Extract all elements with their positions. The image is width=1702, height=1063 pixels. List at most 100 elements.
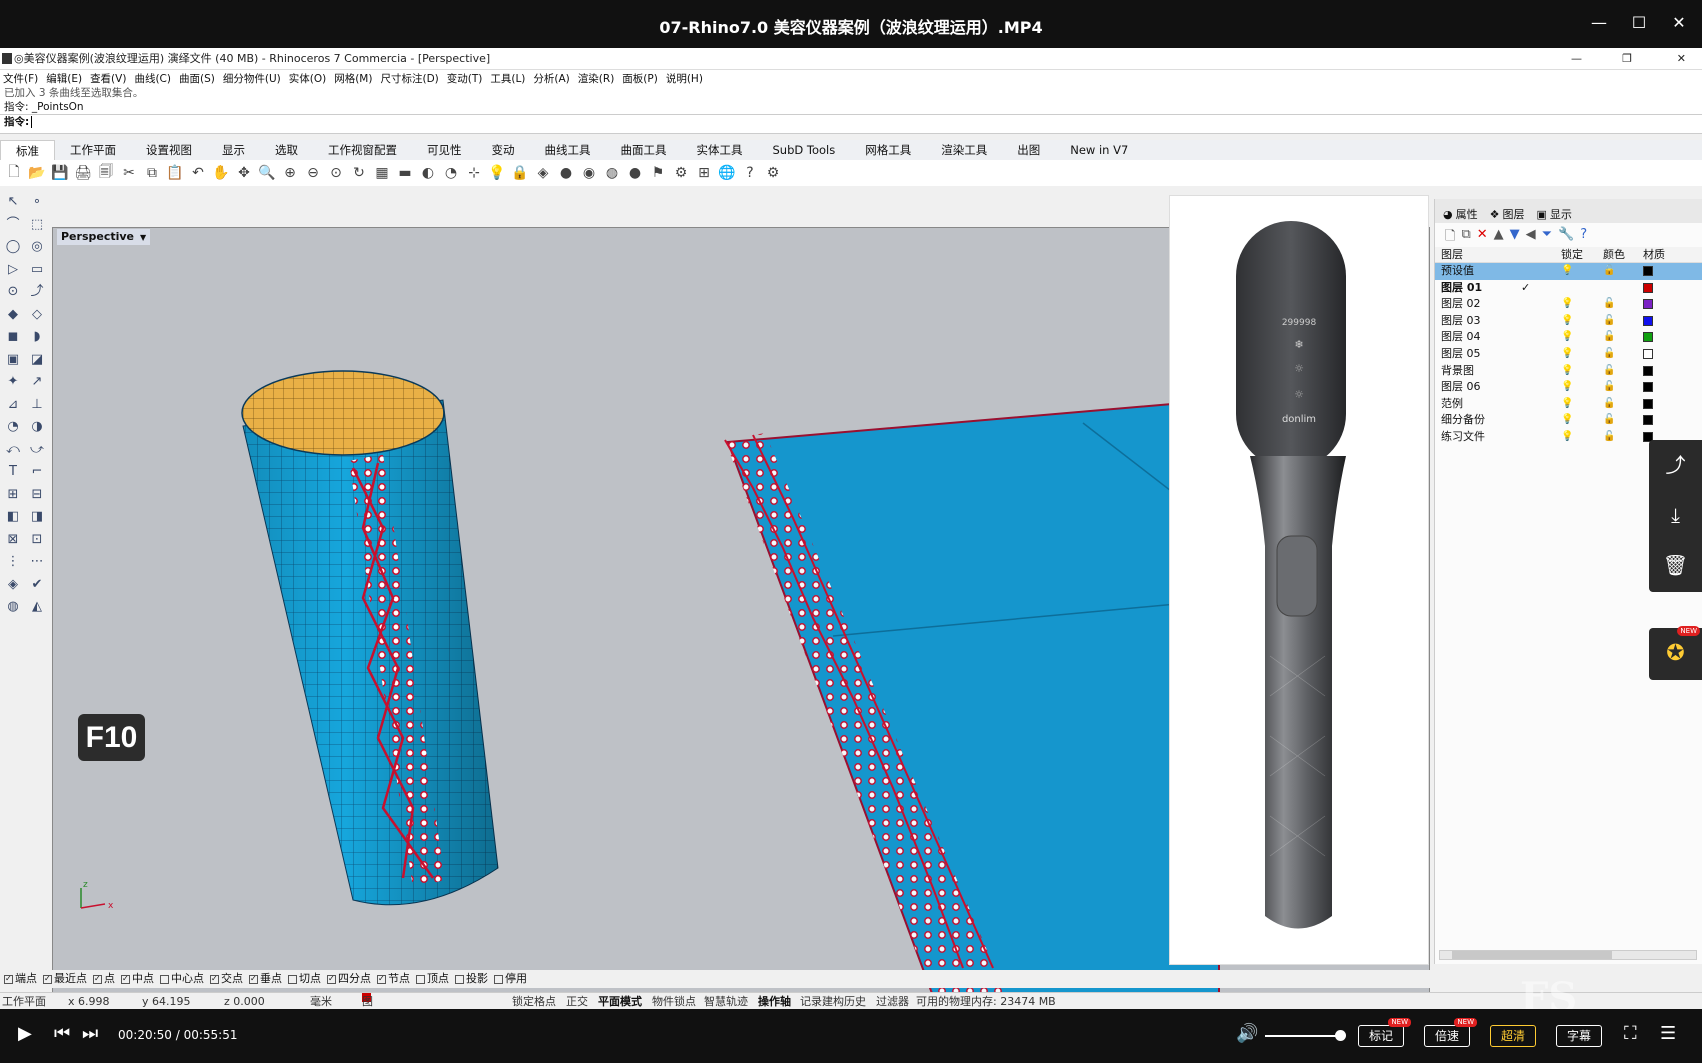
osnap-checkbox[interactable]: [160, 974, 169, 984]
toolbar-icon[interactable]: ⊹: [464, 163, 484, 183]
lightbulb-icon[interactable]: 💡: [1561, 396, 1603, 413]
status-grid-snap[interactable]: 锁定格点: [512, 993, 556, 1010]
panel-tab-2[interactable]: ▣ 显示: [1536, 205, 1571, 223]
app-close-button[interactable]: ✕: [1677, 48, 1686, 70]
lightbulb-icon[interactable]: 💡: [1561, 363, 1603, 380]
tool-icon[interactable]: ∘: [25, 191, 49, 214]
tool-icon[interactable]: ⬚: [25, 214, 49, 237]
volume-icon[interactable]: 🔊: [1236, 1023, 1258, 1044]
lightbulb-icon[interactable]: 💡: [1561, 429, 1603, 446]
toolbar-icon[interactable]: 🗋: [4, 163, 24, 183]
mark-button[interactable]: 标记 NEW: [1358, 1018, 1411, 1047]
layer-color-swatch[interactable]: [1643, 329, 1683, 346]
toolbar-tab[interactable]: 变动: [477, 140, 530, 160]
toolbar-icon[interactable]: ⊕: [280, 163, 300, 183]
layer-row[interactable]: 图层 03 💡 🔓: [1435, 313, 1702, 330]
toolbar-icon[interactable]: ⊙: [326, 163, 346, 183]
lightbulb-icon[interactable]: 💡: [1561, 412, 1603, 429]
toolbar-icon[interactable]: 🌐: [717, 163, 737, 183]
toolbar-tab[interactable]: 曲面工具: [606, 140, 682, 160]
lightbulb-icon[interactable]: 💡: [1561, 329, 1603, 346]
layer-color-swatch[interactable]: [1643, 396, 1683, 413]
tool-icon[interactable]: ◎: [25, 236, 49, 259]
tool-icon[interactable]: ◨: [25, 506, 49, 529]
menu-item[interactable]: 编辑(E): [46, 70, 82, 88]
osnap-checkbox[interactable]: ✓: [210, 974, 219, 984]
toolbar-icon[interactable]: ⧉: [142, 163, 162, 183]
tool-icon[interactable]: ↖: [1, 191, 25, 214]
toolbar-icon[interactable]: ▬: [395, 163, 415, 183]
toolbar-icon[interactable]: ◍: [602, 163, 622, 183]
osnap-checkbox[interactable]: ✓: [43, 974, 52, 984]
quality-button[interactable]: 超清: [1490, 1025, 1536, 1047]
lightbulb-icon[interactable]: 💡: [1561, 313, 1603, 330]
lock-icon[interactable]: 🔓: [1603, 363, 1643, 380]
tool-icon[interactable]: ◭: [25, 596, 49, 619]
osnap-3[interactable]: ✓ 中点: [121, 970, 154, 988]
toolbar-tab[interactable]: 显示: [207, 140, 260, 160]
toolbar-tab[interactable]: 工作视窗配置: [313, 140, 412, 160]
lock-icon[interactable]: 🔓: [1603, 379, 1643, 396]
menu-item[interactable]: 曲线(C): [134, 70, 171, 88]
toolbar-icon[interactable]: 📂: [27, 163, 47, 183]
status-gumball[interactable]: 操作轴: [758, 993, 791, 1010]
subtitle-button[interactable]: 字幕: [1556, 1025, 1602, 1047]
toolbar-icon[interactable]: ●: [625, 163, 645, 183]
tool-icon[interactable]: ⊠: [1, 529, 25, 552]
osnap-checkbox[interactable]: ✓: [121, 974, 130, 984]
osnap-checkbox[interactable]: ✓: [4, 974, 13, 984]
lightbulb-icon[interactable]: 💡: [1561, 263, 1603, 280]
volume-knob[interactable]: [1335, 1030, 1346, 1041]
lock-icon[interactable]: 🔓: [1603, 346, 1643, 363]
layer-row[interactable]: 图层 05 💡 🔓: [1435, 346, 1702, 363]
app-minimize-button[interactable]: —: [1571, 48, 1582, 70]
osnap-4[interactable]: 中心点: [160, 970, 204, 988]
toolbar-icon[interactable]: ↻: [349, 163, 369, 183]
lock-icon[interactable]: 🔓: [1603, 396, 1643, 413]
lock-icon[interactable]: 🔓: [1603, 429, 1643, 446]
toolbar-icon[interactable]: ◔: [441, 163, 461, 183]
tools-icon[interactable]: 🔧: [1558, 227, 1574, 243]
toolbar-icon[interactable]: ◉: [579, 163, 599, 183]
toolbar-tab[interactable]: 工作平面: [55, 140, 131, 160]
toolbar-icon[interactable]: 🔍: [257, 163, 277, 183]
layer-row[interactable]: 图层 02 💡 🔓: [1435, 296, 1702, 313]
toolbar-icon[interactable]: ✥: [234, 163, 254, 183]
pin-icon[interactable]: ✪ NEW: [1649, 626, 1702, 680]
tool-icon[interactable]: ◪: [25, 349, 49, 372]
layer-color-swatch[interactable]: [1643, 363, 1683, 380]
toolbar-icon[interactable]: ⚙: [763, 163, 783, 183]
status-history[interactable]: 记录建构历史: [800, 993, 866, 1010]
toolbar-tab[interactable]: 曲线工具: [530, 140, 606, 160]
chevron-down-icon[interactable]: ▼: [140, 233, 146, 242]
tool-icon[interactable]: ◧: [1, 506, 25, 529]
osnap-12[interactable]: 停用: [494, 970, 527, 988]
osnap-checkbox[interactable]: ✓: [93, 974, 102, 984]
tool-icon[interactable]: ▭: [25, 259, 49, 282]
layer-color-swatch[interactable]: [1643, 280, 1683, 297]
toolbar-icon[interactable]: ◐: [418, 163, 438, 183]
toolbar-icon[interactable]: ◈: [533, 163, 553, 183]
download-icon[interactable]: ⤓: [1649, 490, 1702, 540]
toolbar-icon[interactable]: ?: [740, 163, 760, 183]
filter-icon[interactable]: ⏷: [1542, 227, 1552, 243]
minimize-button[interactable]: —: [1588, 12, 1610, 34]
layer-color-swatch[interactable]: [1643, 296, 1683, 313]
previous-icon[interactable]: ⏮: [54, 1023, 70, 1044]
tool-icon[interactable]: ⌒: [1, 214, 25, 237]
tool-icon[interactable]: ◑: [25, 416, 49, 439]
toolbar-icon[interactable]: ✋: [211, 163, 231, 183]
layer-row[interactable]: 图层 04 💡 🔓: [1435, 329, 1702, 346]
tool-icon[interactable]: ◼: [1, 326, 25, 349]
toolbar-tab[interactable]: New in V7: [1055, 140, 1143, 160]
layer-color-swatch[interactable]: [1643, 379, 1683, 396]
layer-color-swatch[interactable]: [1643, 263, 1683, 280]
toolbar-tab[interactable]: 实体工具: [682, 140, 758, 160]
tool-icon[interactable]: ◯: [1, 236, 25, 259]
tool-icon[interactable]: ⊟: [25, 484, 49, 507]
status-osnap[interactable]: 物件锁点: [652, 993, 696, 1010]
toolbar-tab[interactable]: 选取: [260, 140, 313, 160]
osnap-checkbox[interactable]: ✓: [249, 974, 258, 984]
tool-icon[interactable]: ↗: [25, 371, 49, 394]
menu-item[interactable]: 文件(F): [3, 70, 38, 88]
